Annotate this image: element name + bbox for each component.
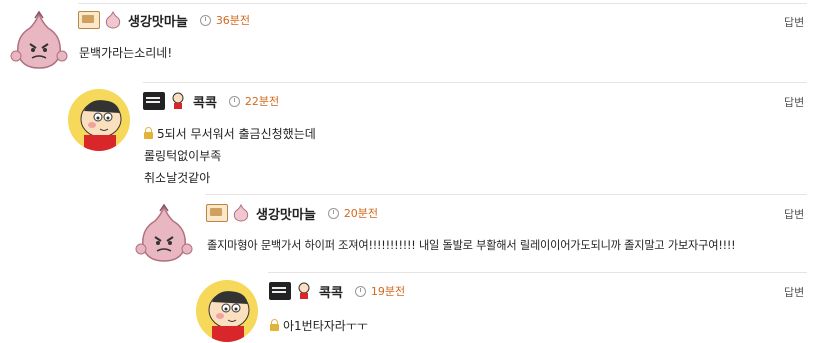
reply-button[interactable]: 답변: [784, 206, 804, 222]
comment-nickname[interactable]: 콕콕: [319, 282, 343, 301]
comment-divider: [78, 3, 807, 4]
comment-nickname[interactable]: 생강맛마늘: [256, 204, 316, 223]
comment-nickname[interactable]: 생강맛마늘: [128, 11, 188, 30]
garlic-emblem-icon: [105, 11, 121, 29]
garlic-emblem-icon: [233, 204, 249, 222]
boy-avatar[interactable]: [196, 280, 258, 342]
comment-text: 문백가라는소리네!: [79, 46, 173, 60]
comment-text-line: 롤링턱없이부족: [144, 149, 222, 163]
clock-icon: [327, 207, 339, 219]
reply-button[interactable]: 답변: [784, 284, 804, 300]
comment-header: 콕콕 22분전: [143, 91, 279, 111]
lock-icon: [144, 127, 153, 139]
comment-nickname[interactable]: 콕콕: [193, 92, 217, 111]
clock-icon: [228, 95, 240, 107]
boy-emblem-icon: [298, 282, 310, 299]
comment-time: 22분전: [228, 93, 280, 109]
boy-avatar[interactable]: [68, 89, 130, 151]
comment-text-line: 취소날것같아: [144, 171, 211, 185]
clock-icon: [354, 285, 366, 297]
comment-time: 20분전: [327, 205, 379, 221]
comment-time-text: 19분전: [370, 285, 406, 298]
reply-button[interactable]: 답변: [784, 14, 804, 30]
comment-time-text: 20분전: [343, 207, 379, 220]
comment-time: 36분전: [199, 12, 251, 28]
comment-header: 콕콕 19분전: [269, 281, 405, 301]
comment-time-text: 36분전: [215, 14, 251, 27]
comment-text-line: 아1번타자라ㅜㅜ: [270, 317, 368, 334]
comment-text: 졸지마형아 문백가서 하이퍼 조져여!!!!!!!!!!! 내일 돌발로 부활해…: [207, 239, 736, 252]
level-badge-dark-icon: [269, 282, 291, 300]
comment-text: 5되서 무서워서 출금신청했는데: [157, 127, 316, 141]
level-badge-icon: [78, 11, 100, 29]
reply-button[interactable]: 답변: [784, 94, 804, 110]
comment-header: 생강맛마늘 20분전: [206, 203, 378, 223]
comment-divider: [143, 82, 807, 83]
comment-time-text: 22분전: [244, 95, 280, 108]
garlic-avatar[interactable]: [8, 10, 70, 72]
comment-divider: [205, 194, 807, 195]
comment-divider: [268, 272, 807, 273]
garlic-avatar[interactable]: [133, 203, 195, 265]
comment-text-line: 5되서 무서워서 출금신청했는데: [144, 125, 316, 142]
boy-emblem-icon: [172, 92, 184, 109]
level-badge-dark-icon: [143, 92, 165, 110]
comment-text: 아1번타자라ㅜㅜ: [283, 319, 368, 333]
comment-header: 생강맛마늘 36분전: [78, 10, 250, 30]
level-badge-icon: [206, 204, 228, 222]
comment-time: 19분전: [354, 283, 406, 299]
clock-icon: [199, 14, 211, 26]
lock-icon: [270, 319, 279, 331]
